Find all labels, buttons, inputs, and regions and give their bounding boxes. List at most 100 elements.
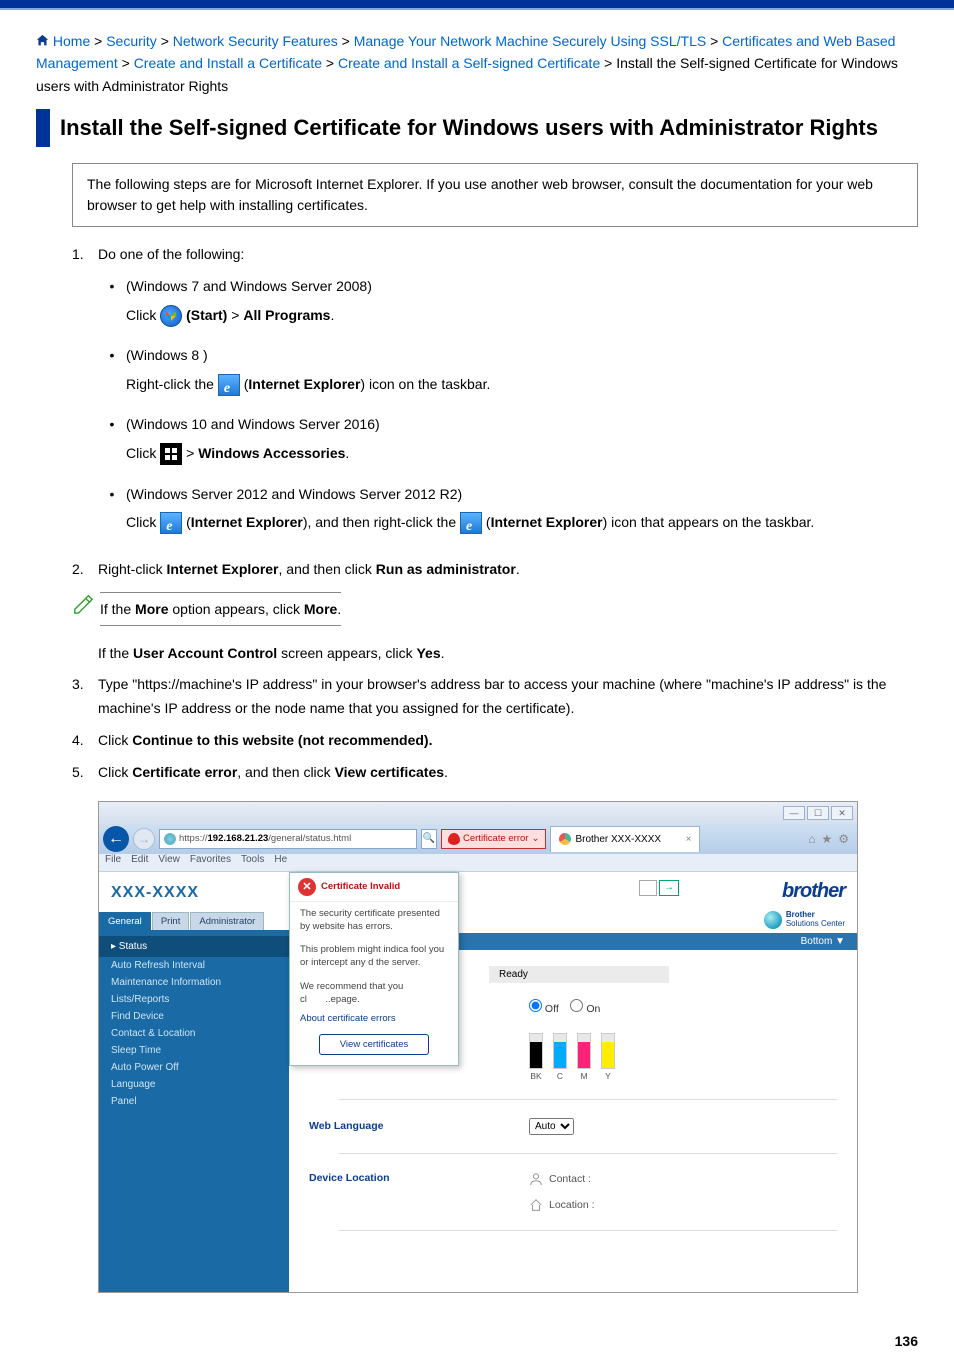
t: Internet Explorer bbox=[491, 514, 603, 530]
sidebar-item[interactable]: Language bbox=[99, 1076, 289, 1093]
globe-icon bbox=[164, 833, 176, 845]
t: . bbox=[441, 645, 445, 661]
tab-general[interactable]: General bbox=[99, 912, 151, 930]
device-model: XXX-XXXX bbox=[99, 872, 289, 912]
ie-icon bbox=[160, 512, 182, 534]
tab-label: Brother XXX-XXXX bbox=[575, 834, 661, 845]
tools-icon[interactable]: ⚙ bbox=[838, 832, 849, 846]
sidebar-item[interactable]: ▸ Status bbox=[99, 936, 289, 957]
tip-pen-icon bbox=[72, 592, 100, 620]
ie-icon bbox=[218, 374, 240, 396]
t: Right-click bbox=[98, 561, 166, 577]
maximize-button[interactable]: ☐ bbox=[807, 806, 829, 820]
t: Click bbox=[98, 732, 132, 748]
t: View certificates bbox=[335, 764, 444, 780]
win10-start-icon bbox=[160, 443, 182, 465]
home-icon[interactable]: ⌂ bbox=[808, 832, 815, 846]
t: . bbox=[337, 601, 341, 617]
t: Off bbox=[545, 1003, 559, 1015]
t: BK bbox=[529, 1071, 543, 1081]
browser-tab[interactable]: Brother XXX-XXXX × bbox=[550, 826, 700, 852]
popup-text-2: This problem might indica fool you or in… bbox=[290, 938, 458, 975]
location-row: Location : bbox=[529, 1198, 595, 1212]
login-input[interactable] bbox=[639, 880, 657, 896]
sidebar-item[interactable]: Panel bbox=[99, 1093, 289, 1110]
radio-on[interactable]: On bbox=[570, 1003, 600, 1015]
favorites-icon[interactable]: ★ bbox=[821, 832, 832, 846]
sidebar-item[interactable]: Contact & Location bbox=[99, 1025, 289, 1042]
radio-off[interactable]: Off bbox=[529, 1003, 559, 1015]
popup-text-3: We recommend that you cl ..epage. bbox=[290, 975, 458, 1012]
back-button[interactable]: ← bbox=[103, 826, 129, 852]
login-button[interactable] bbox=[659, 880, 679, 896]
search-icon[interactable]: 🔍 bbox=[421, 829, 437, 849]
t: Solutions Center bbox=[786, 919, 845, 928]
t: option appears, click bbox=[168, 601, 303, 617]
bc-home[interactable]: Home bbox=[53, 33, 90, 49]
view-certificates-button[interactable]: View certificates bbox=[319, 1034, 429, 1055]
popup-title: Certificate Invalid bbox=[321, 881, 400, 892]
start-orb-icon bbox=[160, 305, 182, 327]
page-title-box: Install the Self-signed Certificate for … bbox=[36, 109, 918, 147]
bc-security[interactable]: Security bbox=[106, 33, 157, 49]
menu-help[interactable]: He bbox=[274, 854, 287, 871]
toner-m bbox=[577, 1033, 591, 1069]
minimize-button[interactable]: — bbox=[783, 806, 805, 820]
person-icon bbox=[529, 1172, 543, 1186]
menu-view[interactable]: View bbox=[158, 854, 180, 871]
menu-edit[interactable]: Edit bbox=[131, 854, 148, 871]
sidebar-item[interactable]: Maintenance Information bbox=[99, 974, 289, 991]
t: More bbox=[135, 601, 168, 617]
step-4-num: 4. bbox=[72, 729, 98, 753]
sidebar-item[interactable]: Find Device bbox=[99, 1008, 289, 1025]
web-lang-select[interactable]: Auto bbox=[529, 1118, 574, 1135]
address-bar[interactable]: https://192.168.21.23/general/status.htm… bbox=[159, 829, 417, 849]
step1-sub1-cond: (Windows 7 and Windows Server 2008) bbox=[126, 273, 918, 300]
forward-button[interactable]: → bbox=[133, 828, 155, 850]
browser-menubar: File Edit View Favorites Tools He bbox=[99, 854, 857, 872]
bc-create[interactable]: Create and Install a Certificate bbox=[134, 55, 322, 71]
bc-nsf[interactable]: Network Security Features bbox=[173, 33, 338, 49]
t: All Programs bbox=[243, 307, 330, 323]
step-1-num: 1. bbox=[72, 243, 98, 550]
menu-file[interactable]: File bbox=[105, 854, 121, 871]
solutions-center-link[interactable]: BrotherSolutions Center bbox=[764, 911, 845, 929]
popup-about-link[interactable]: About certificate errors bbox=[290, 1011, 458, 1026]
t: C bbox=[553, 1071, 567, 1081]
popup-text-1: The security certificate presented by we… bbox=[290, 902, 458, 939]
url-text: https://192.168.21.23/general/status.htm… bbox=[179, 833, 351, 844]
globe-icon bbox=[764, 911, 782, 929]
close-button[interactable]: ✕ bbox=[831, 806, 853, 820]
contact-row: Contact : bbox=[529, 1172, 595, 1186]
tab-print[interactable]: Print bbox=[152, 912, 190, 930]
toner-c bbox=[553, 1033, 567, 1069]
t: If the bbox=[98, 645, 133, 661]
tab-administrator[interactable]: Administrator bbox=[190, 912, 264, 930]
step1-sub4-cond: (Windows Server 2012 and Windows Server … bbox=[126, 481, 918, 508]
t: Brother bbox=[786, 910, 815, 919]
bc-createself[interactable]: Create and Install a Self-signed Certifi… bbox=[338, 55, 600, 71]
page-title: Install the Self-signed Certificate for … bbox=[60, 115, 908, 141]
tab-close-icon[interactable]: × bbox=[686, 834, 692, 845]
toner-y bbox=[601, 1033, 615, 1069]
step-3-text: Type "https://machine's IP address" in y… bbox=[98, 676, 886, 716]
t: ) icon that appears on the taskbar. bbox=[603, 514, 815, 530]
error-x-icon: ✕ bbox=[298, 878, 316, 896]
t: Internet Explorer bbox=[166, 561, 278, 577]
note-box: The following steps are for Microsoft In… bbox=[72, 163, 918, 227]
t: Internet Explorer bbox=[191, 514, 303, 530]
t: M bbox=[577, 1071, 591, 1081]
menu-favorites[interactable]: Favorites bbox=[190, 854, 231, 871]
menu-tools[interactable]: Tools bbox=[241, 854, 264, 871]
sidebar-item[interactable]: Auto Refresh Interval bbox=[99, 957, 289, 974]
cert-label: Certificate error bbox=[463, 833, 528, 844]
tab-favicon bbox=[559, 833, 571, 845]
sidebar-item[interactable]: Auto Power Off bbox=[99, 1059, 289, 1076]
certificate-error-badge[interactable]: Certificate error ⌄ bbox=[441, 829, 546, 849]
t: Internet Explorer bbox=[248, 376, 360, 392]
device-tabs: General Print Administrator bbox=[99, 912, 289, 930]
step-2-num: 2. bbox=[72, 558, 98, 582]
bc-manage[interactable]: Manage Your Network Machine Securely Usi… bbox=[354, 33, 707, 49]
sidebar-item[interactable]: Lists/Reports bbox=[99, 991, 289, 1008]
sidebar-item[interactable]: Sleep Time bbox=[99, 1042, 289, 1059]
